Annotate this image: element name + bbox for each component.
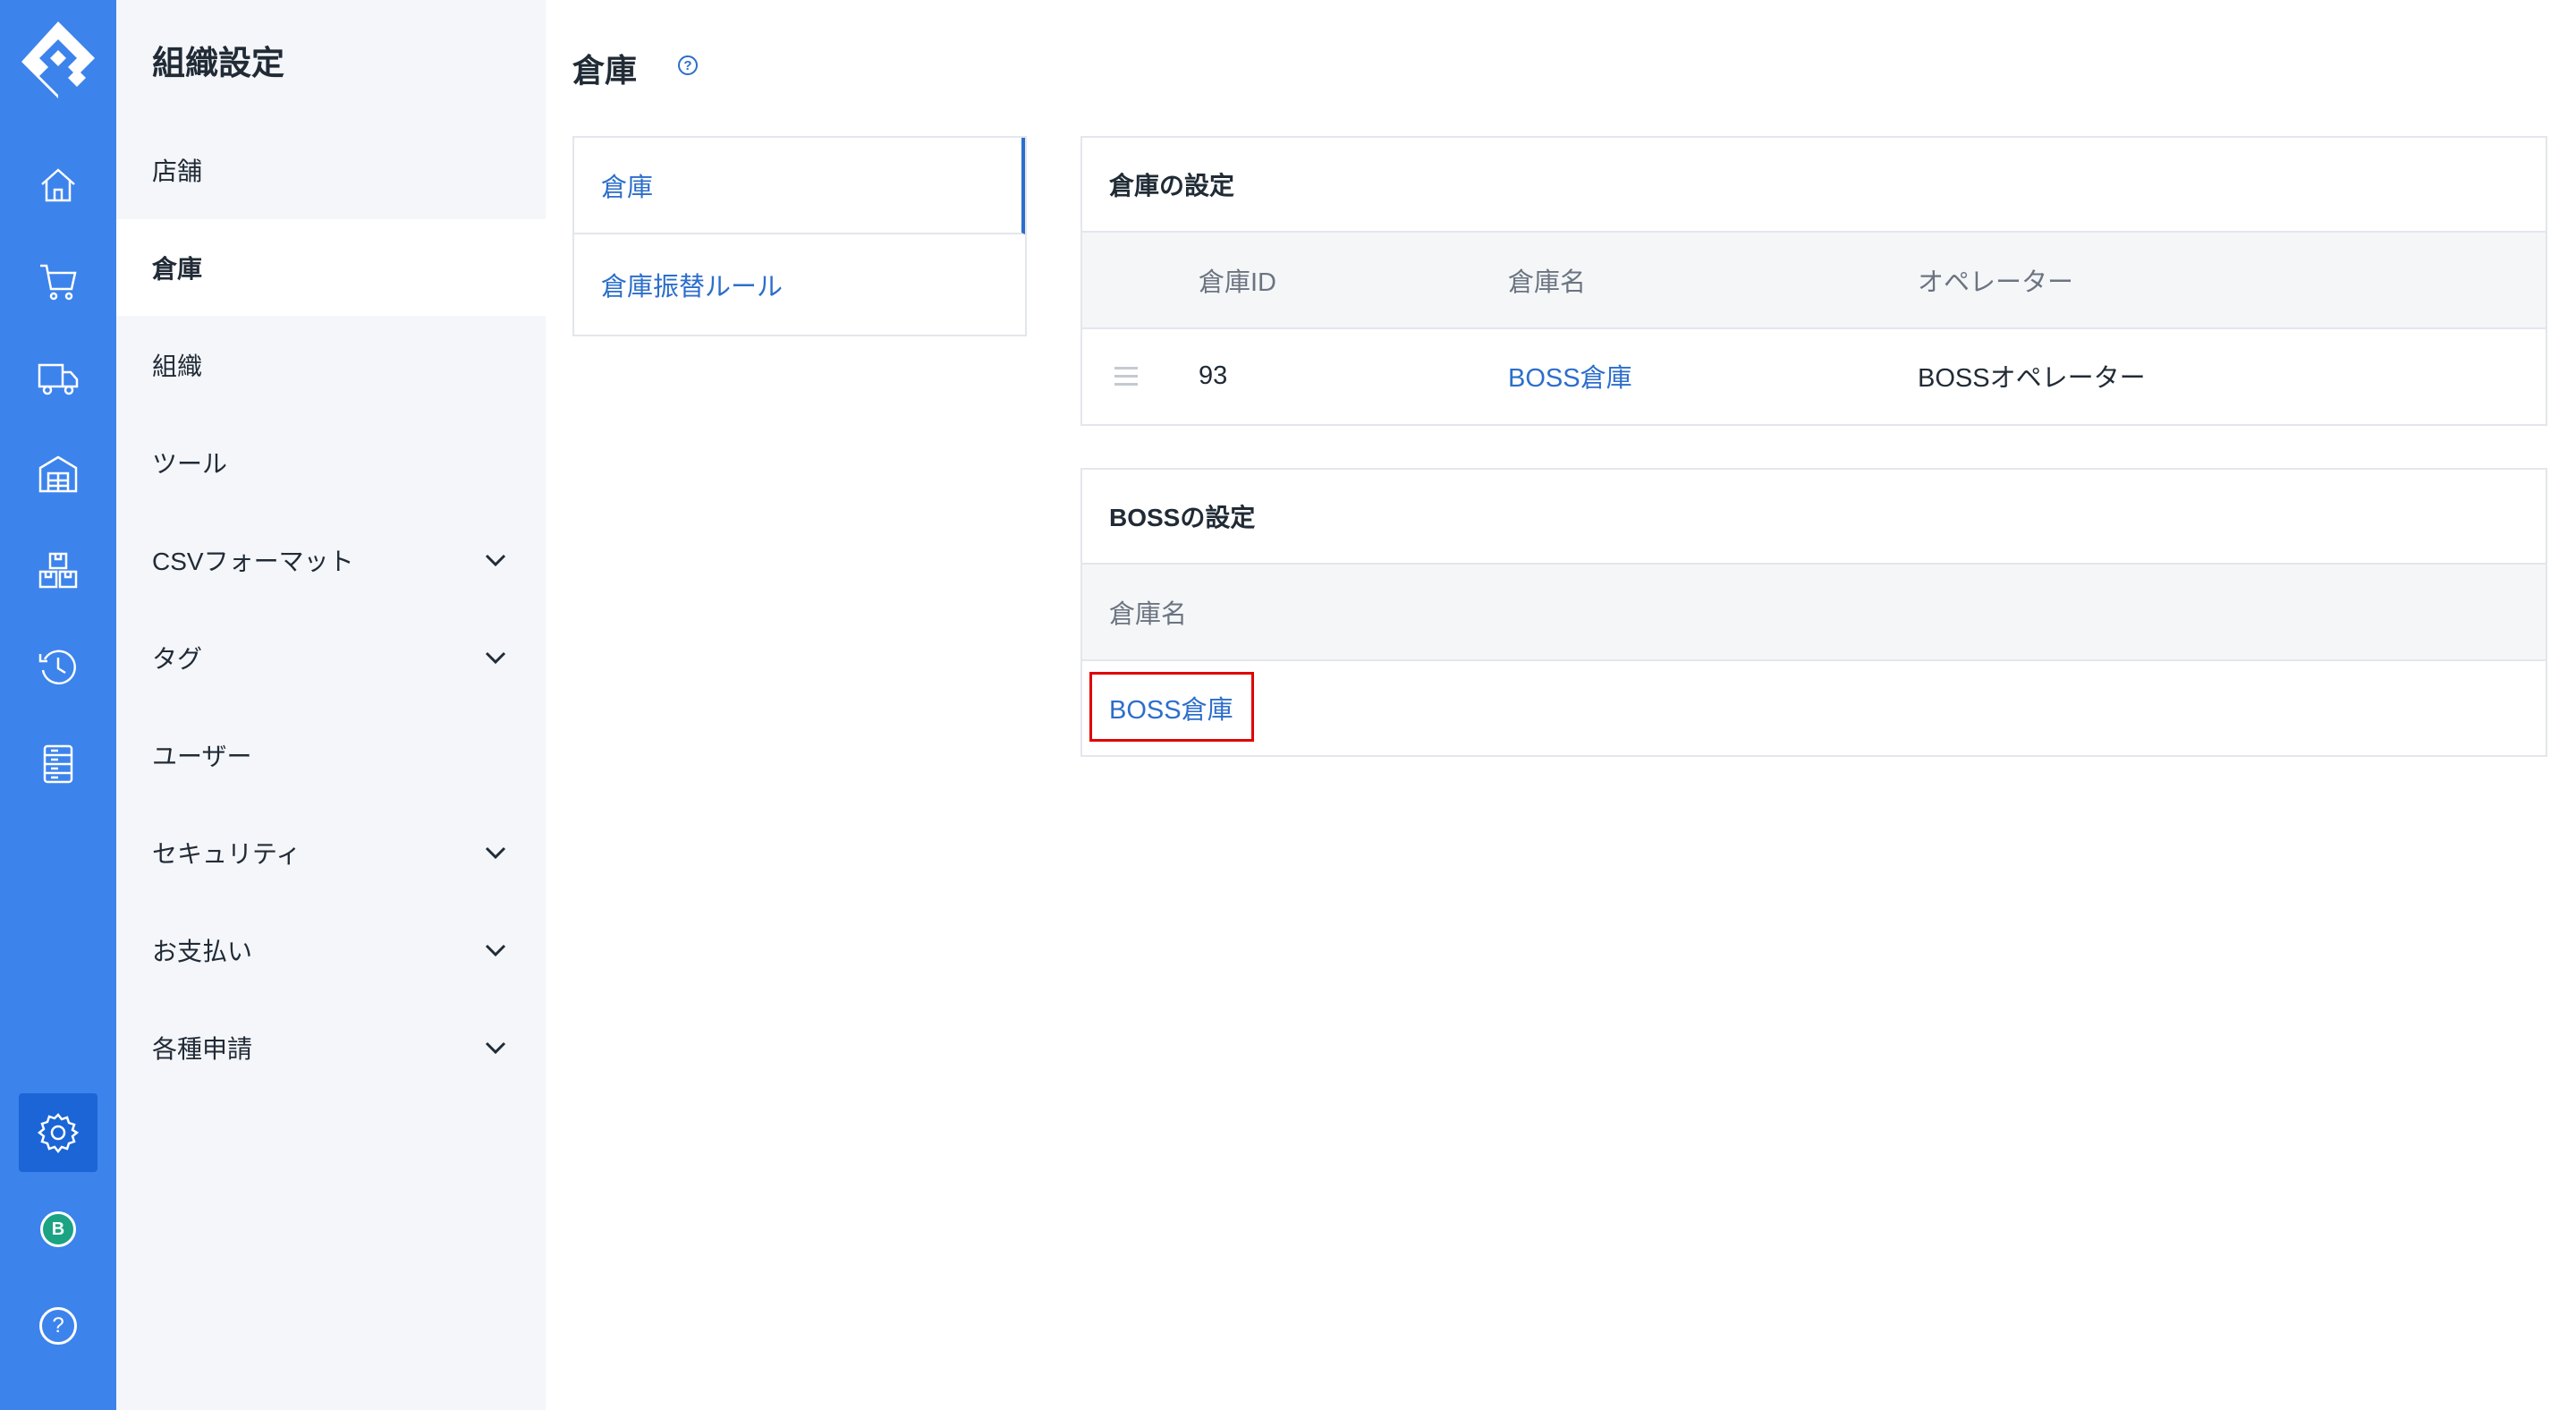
card-heading: 倉庫の設定 [1082,138,2546,233]
avatar[interactable]: B [19,1190,97,1269]
sidebar-item-label: CSVフォーマット [152,548,354,575]
list-icon[interactable] [19,725,97,803]
sidebar-item-users[interactable]: ユーザー [116,707,546,803]
sidebar-item-label: タグ [152,645,203,673]
home-icon[interactable] [19,145,97,224]
sidebar-title: 組織設定 [152,45,284,81]
boss-settings-card: BOSSの設定 倉庫名 BOSS倉庫 [1080,468,2547,757]
page-title: 倉庫 [572,52,638,89]
avatar-icon: B [40,1211,76,1247]
sidebar-item-label: 組織 [152,352,203,380]
drag-handle-icon[interactable] [1114,367,1138,391]
sidebar-item-label: ツール [152,450,228,478]
table-header: 倉庫ID 倉庫名 オペレーター [1082,233,2546,329]
warehouse-name-link[interactable]: BOSS倉庫 [1508,329,1632,422]
sidebar-item-applications[interactable]: 各種申請 [116,999,546,1096]
column-header: オペレーター [1918,268,2074,297]
sidebar-item-tags[interactable]: タグ [116,609,546,706]
sidebar-item-label: お支払い [152,938,253,965]
sidebar-item-label: 各種申請 [152,1035,253,1063]
sidebar-item-tools[interactable]: ツール [116,414,546,511]
chevron-down-icon [485,554,506,567]
sidebar-item-payments[interactable]: お支払い [116,902,546,998]
table-header: 倉庫名 [1082,565,2546,661]
sidebar-item-label: ユーザー [152,743,252,770]
table-row: BOSS倉庫 [1082,661,2546,754]
warehouse-icon[interactable] [19,435,97,514]
chevron-down-icon [485,1041,506,1055]
logo-icon[interactable] [20,20,97,100]
help-icon: ? [39,1307,77,1345]
sidebar-item-label: 店舗 [152,157,203,185]
help-button[interactable]: ? [19,1287,97,1365]
table-row: 93 BOSS倉庫 BOSSオペレーター [1082,329,2546,422]
highlight-box [1089,672,1254,742]
gear-icon[interactable] [19,1093,97,1172]
help-circle-icon[interactable]: ? [678,55,698,75]
chevron-down-icon [485,944,506,957]
settings-sidebar: 組織設定 店舗 倉庫 組織 ツール CSVフォーマット タグ ユーザー セキュリ… [116,0,546,1410]
sidebar-item-warehouse[interactable]: 倉庫 [116,219,546,316]
sidebar-item-label: セキュリティ [152,840,301,868]
operator-name: BOSSオペレーター [1918,364,2146,393]
column-header: 倉庫ID [1199,268,1277,297]
column-header: 倉庫名 [1109,600,1188,629]
sidebar-item-csv-format[interactable]: CSVフォーマット [116,512,546,608]
sidebar-item-organization[interactable]: 組織 [116,317,546,413]
sidebar-item-label: 倉庫 [152,255,203,283]
sidebar-item-security[interactable]: セキュリティ [116,804,546,901]
chevron-down-icon [485,651,506,665]
sidebar-item-stores[interactable]: 店舗 [116,122,546,218]
chevron-down-icon [485,846,506,860]
history-icon[interactable] [19,628,97,707]
warehouse-id: 93 [1199,361,1228,390]
subnav-warehouse[interactable]: 倉庫 [574,138,1025,234]
card-heading: BOSSの設定 [1082,470,2546,565]
truck-icon[interactable] [19,338,97,417]
boxes-icon[interactable] [19,531,97,610]
subnav-transfer-rules[interactable]: 倉庫振替ルール [574,236,1025,333]
warehouse-settings-card: 倉庫の設定 倉庫ID 倉庫名 オペレーター 93 BOSS倉庫 BOSSオペレー… [1080,136,2547,426]
warehouse-subnav: 倉庫 倉庫振替ルール [572,136,1027,336]
app-rail: B ? [0,0,116,1410]
column-header: 倉庫名 [1508,268,1587,297]
cart-icon[interactable] [19,242,97,320]
